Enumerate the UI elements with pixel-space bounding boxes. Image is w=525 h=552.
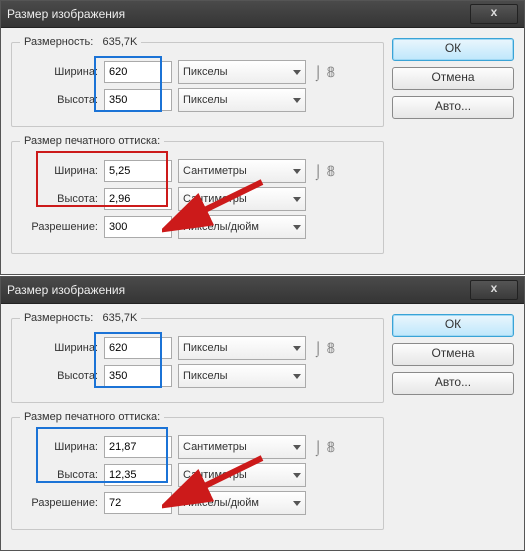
link-icon[interactable]: ⌡ 𝟠: [314, 439, 335, 456]
print-size-group: Размер печатного оттиска: Ширина: Сантим…: [11, 135, 384, 254]
resolution-label: Разрешение:: [20, 497, 104, 509]
auto-button[interactable]: Авто...: [392, 372, 514, 395]
pixel-height-unit-select[interactable]: Пикселы: [178, 364, 306, 388]
print-height-unit-select[interactable]: Сантиметры: [178, 187, 306, 211]
resolution-unit-select[interactable]: Пикселы/дюйм: [178, 491, 306, 515]
chevron-down-icon: [293, 197, 301, 202]
dialog-body: Размерность: 635,7K Ширина: Пикселы ⌡ 𝟠 …: [1, 28, 524, 274]
print-width-input[interactable]: [104, 436, 172, 458]
print-width-unit-select[interactable]: Сантиметры: [178, 435, 306, 459]
titlebar[interactable]: Размер изображения x: [1, 1, 524, 28]
print-width-unit-select[interactable]: Сантиметры: [178, 159, 306, 183]
chevron-down-icon: [293, 169, 301, 174]
print-height-input[interactable]: [104, 464, 172, 486]
dialog-image-size-2: Размер изображения x Размерность: 635,7K…: [0, 276, 525, 551]
height-label: Высота:: [20, 94, 104, 106]
print-legend: Размер печатного оттиска:: [20, 411, 164, 423]
chevron-down-icon: [293, 473, 301, 478]
dimensions-group: Размерность: 635,7K Ширина: Пикселы ⌡ 𝟠 …: [11, 36, 384, 127]
dimensions-legend: Размерность:: [24, 36, 93, 48]
filesize-value: 635,7K: [103, 36, 138, 48]
pixel-width-input[interactable]: [104, 61, 172, 83]
dimensions-group: Размерность: 635,7K Ширина: Пикселы ⌡ 𝟠 …: [11, 312, 384, 403]
resolution-label: Разрешение:: [20, 221, 104, 233]
resolution-unit-select[interactable]: Пикселы/дюйм: [178, 215, 306, 239]
print-width-label: Ширина:: [20, 441, 104, 453]
print-height-unit-select[interactable]: Сантиметры: [178, 463, 306, 487]
chevron-down-icon: [293, 374, 301, 379]
titlebar[interactable]: Размер изображения x: [1, 277, 524, 304]
chevron-down-icon: [293, 501, 301, 506]
chevron-down-icon: [293, 98, 301, 103]
ok-button[interactable]: ОК: [392, 314, 514, 337]
filesize-value: 635,7K: [103, 312, 138, 324]
width-label: Ширина:: [20, 342, 104, 354]
chevron-down-icon: [293, 225, 301, 230]
chevron-down-icon: [293, 445, 301, 450]
width-label: Ширина:: [20, 66, 104, 78]
resolution-input[interactable]: [104, 216, 172, 238]
dialog-image-size-1: Размер изображения x Размерность: 635,7K…: [0, 0, 525, 275]
pixel-height-input[interactable]: [104, 89, 172, 111]
ok-button[interactable]: ОК: [392, 38, 514, 61]
print-legend: Размер печатного оттиска:: [20, 135, 164, 147]
height-label: Высота:: [20, 370, 104, 382]
print-width-label: Ширина:: [20, 165, 104, 177]
button-column: ОК Отмена Авто...: [392, 36, 514, 262]
cancel-button[interactable]: Отмена: [392, 343, 514, 366]
link-icon[interactable]: ⌡ 𝟠: [314, 64, 335, 81]
dialog-body: Размерность: 635,7K Ширина: Пикселы ⌡ 𝟠 …: [1, 304, 524, 550]
close-button[interactable]: x: [470, 280, 518, 300]
pixel-width-input[interactable]: [104, 337, 172, 359]
pixel-width-unit-select[interactable]: Пикселы: [178, 60, 306, 84]
title-text: Размер изображения: [7, 283, 125, 297]
print-width-input[interactable]: [104, 160, 172, 182]
close-icon: x: [491, 281, 498, 295]
button-column: ОК Отмена Авто...: [392, 312, 514, 538]
close-icon: x: [491, 5, 498, 19]
auto-button[interactable]: Авто...: [392, 96, 514, 119]
pixel-height-unit-select[interactable]: Пикселы: [178, 88, 306, 112]
title-text: Размер изображения: [7, 7, 125, 21]
print-size-group: Размер печатного оттиска: Ширина: Сантим…: [11, 411, 384, 530]
chevron-down-icon: [293, 346, 301, 351]
link-icon[interactable]: ⌡ 𝟠: [314, 340, 335, 357]
cancel-button[interactable]: Отмена: [392, 67, 514, 90]
chevron-down-icon: [293, 70, 301, 75]
close-button[interactable]: x: [470, 4, 518, 24]
left-panel: Размерность: 635,7K Ширина: Пикселы ⌡ 𝟠 …: [11, 312, 384, 538]
print-height-label: Высота:: [20, 469, 104, 481]
print-height-label: Высота:: [20, 193, 104, 205]
link-icon[interactable]: ⌡ 𝟠: [314, 163, 335, 180]
pixel-height-input[interactable]: [104, 365, 172, 387]
left-panel: Размерность: 635,7K Ширина: Пикселы ⌡ 𝟠 …: [11, 36, 384, 262]
pixel-width-unit-select[interactable]: Пикселы: [178, 336, 306, 360]
resolution-input[interactable]: [104, 492, 172, 514]
print-height-input[interactable]: [104, 188, 172, 210]
dimensions-legend: Размерность:: [24, 312, 93, 324]
